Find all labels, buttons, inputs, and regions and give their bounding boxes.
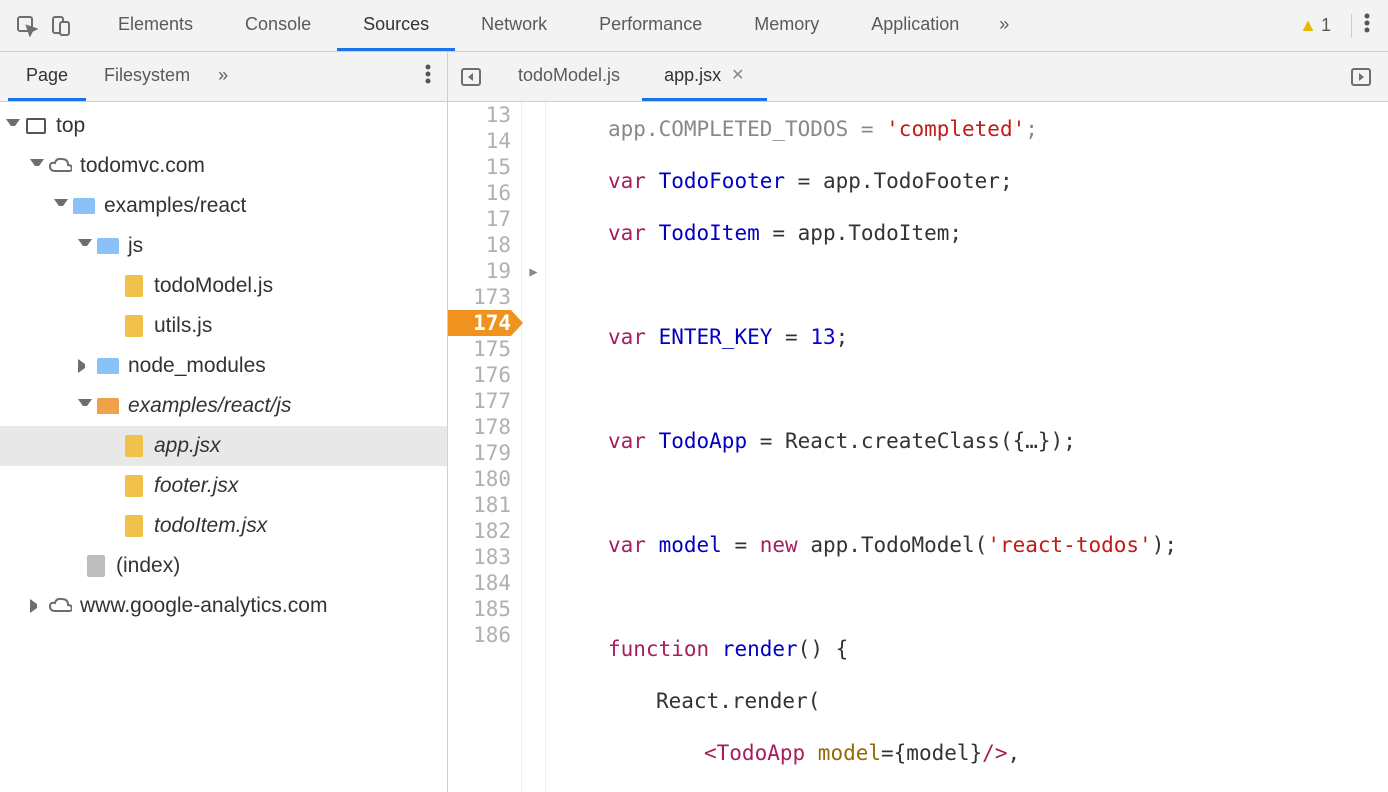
tree-top[interactable]: top [0, 106, 447, 146]
folder-icon [96, 394, 120, 418]
navigator-tab-overflow[interactable]: » [208, 52, 238, 101]
tree-label: todomvc.com [80, 154, 205, 178]
tree-label: examples/react [104, 194, 246, 218]
tab-label: app.jsx [664, 65, 721, 86]
code-editor[interactable]: 1314151617181917317417517617717817918018… [448, 102, 1388, 792]
kebab-menu-icon[interactable] [1364, 12, 1370, 39]
code-lines: app.COMPLETED_TODOS = 'completed'; var T… [546, 102, 1388, 792]
file-icon [84, 554, 108, 578]
file-tree: top todomvc.com examples/react js todoMo… [0, 102, 447, 792]
devtools-tabs: Elements Console Sources Network Perform… [0, 0, 1388, 52]
folder-icon [96, 234, 120, 258]
navigator-tabs: Page Filesystem » [0, 52, 447, 102]
tree-folder-examples[interactable]: examples/react [0, 186, 447, 226]
tree-label: todoItem.jsx [154, 514, 267, 538]
panel-tabs: Elements Console Sources Network Perform… [92, 0, 1023, 51]
file-icon [122, 274, 146, 298]
tree-label: (index) [116, 554, 180, 578]
tree-label: node_modules [128, 354, 266, 378]
device-mode-icon[interactable] [44, 9, 78, 43]
editor-pane: todoModel.js app.jsx ✕ 131415161718191731… [448, 52, 1388, 792]
tree-domain-ga[interactable]: www.google-analytics.com [0, 586, 447, 626]
tree-folder-nodemodules[interactable]: node_modules [0, 346, 447, 386]
tree-label: www.google-analytics.com [80, 594, 327, 618]
warning-count: 1 [1321, 15, 1331, 36]
tab-overflow[interactable]: » [985, 0, 1023, 51]
file-icon [122, 434, 146, 458]
editor-tab-app[interactable]: app.jsx ✕ [642, 52, 766, 101]
tab-label: todoModel.js [518, 65, 620, 86]
tree-file-todomodel[interactable]: todoModel.js [0, 266, 447, 306]
warnings-badge[interactable]: ▲ 1 [1299, 15, 1339, 36]
tab-elements[interactable]: Elements [92, 0, 219, 51]
tab-network[interactable]: Network [455, 0, 573, 51]
tree-file-todoitem[interactable]: todoItem.jsx [0, 506, 447, 546]
tree-file-app[interactable]: app.jsx [0, 426, 447, 466]
tree-label: examples/react/js [128, 394, 291, 418]
tab-sources[interactable]: Sources [337, 0, 455, 51]
tree-folder-js[interactable]: js [0, 226, 447, 266]
file-icon [122, 514, 146, 538]
tab-memory[interactable]: Memory [728, 0, 845, 51]
tree-label: app.jsx [154, 434, 221, 458]
tree-folder-sourcemapped[interactable]: examples/react/js [0, 386, 447, 426]
tree-file-footer[interactable]: footer.jsx [0, 466, 447, 506]
line-gutter[interactable]: 1314151617181917317417517617717817918018… [448, 102, 522, 792]
tab-console[interactable]: Console [219, 0, 337, 51]
warning-icon: ▲ [1299, 15, 1317, 36]
navigator-pane: Page Filesystem » top todomvc.com exampl… [0, 52, 448, 792]
tree-label: footer.jsx [154, 474, 238, 498]
tab-performance[interactable]: Performance [573, 0, 728, 51]
folder-icon [96, 354, 120, 378]
tree-domain[interactable]: todomvc.com [0, 146, 447, 186]
tree-file-index[interactable]: (index) [0, 546, 447, 586]
toggle-debugger-icon[interactable] [1344, 60, 1378, 94]
file-icon [122, 474, 146, 498]
tree-label: top [56, 114, 85, 138]
navigator-tab-page[interactable]: Page [8, 52, 86, 101]
tree-label: todoModel.js [154, 274, 273, 298]
editor-tabs: todoModel.js app.jsx ✕ [448, 52, 1388, 102]
inspect-icon[interactable] [10, 9, 44, 43]
navigator-more-icon[interactable] [425, 63, 431, 90]
editor-tab-todomodel[interactable]: todoModel.js [496, 52, 642, 101]
cloud-icon [48, 594, 72, 618]
tree-file-utils[interactable]: utils.js [0, 306, 447, 346]
file-icon [122, 314, 146, 338]
fold-column[interactable]: ▸ [522, 102, 546, 792]
folder-icon [72, 194, 96, 218]
tree-label: js [128, 234, 143, 258]
tree-label: utils.js [154, 314, 212, 338]
frame-icon [24, 114, 48, 138]
close-icon[interactable]: ✕ [731, 65, 744, 85]
navigator-tab-filesystem[interactable]: Filesystem [86, 52, 208, 101]
toggle-navigator-icon[interactable] [454, 60, 488, 94]
cloud-icon [48, 154, 72, 178]
tab-application[interactable]: Application [845, 0, 985, 51]
separator [1351, 14, 1352, 38]
